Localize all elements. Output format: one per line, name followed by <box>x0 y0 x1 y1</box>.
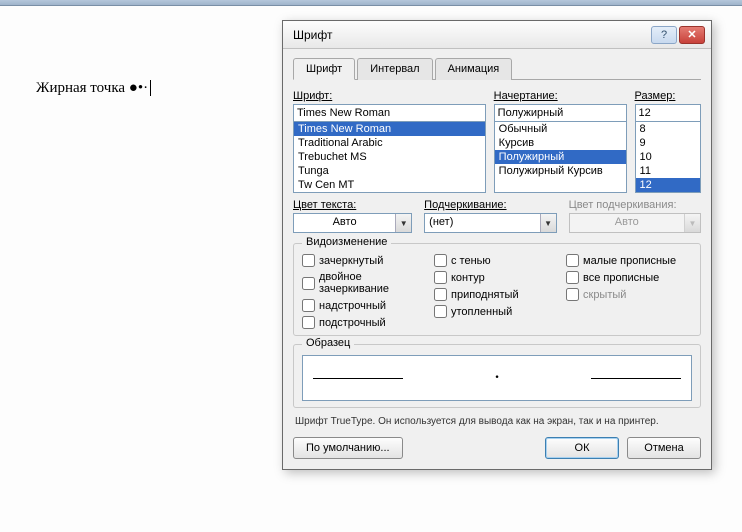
chk-shadow[interactable]: с тенью <box>434 254 560 267</box>
list-item[interactable]: Полужирный <box>495 150 626 164</box>
effects-group: Видоизменение зачеркнутый двойное зачерк… <box>293 243 701 336</box>
underline-color-dropdown: Авто ▼ <box>569 213 701 233</box>
dialog-title: Шрифт <box>293 28 649 42</box>
chevron-down-icon: ▼ <box>540 214 556 232</box>
list-item[interactable]: Times New Roman <box>294 122 485 136</box>
dialog-titlebar[interactable]: Шрифт ? ✕ <box>283 21 711 49</box>
tab-font[interactable]: Шрифт <box>293 58 355 80</box>
list-item[interactable]: 8 <box>636 122 700 136</box>
chk-subscript[interactable]: подстрочный <box>302 316 428 329</box>
font-label: Шрифт: <box>293 90 486 102</box>
chk-allcaps[interactable]: все прописные <box>566 271 692 284</box>
chevron-down-icon: ▼ <box>395 214 411 232</box>
font-input[interactable] <box>293 104 486 122</box>
size-listbox[interactable]: 8 9 10 11 12 <box>635 121 701 193</box>
underline-color-label: Цвет подчеркивания: <box>569 199 701 211</box>
style-input[interactable] <box>494 104 627 122</box>
list-item[interactable]: 11 <box>636 164 700 178</box>
font-listbox[interactable]: Times New Roman Traditional Arabic Trebu… <box>293 121 486 193</box>
list-item[interactable]: Traditional Arabic <box>294 136 485 150</box>
help-button[interactable]: ? <box>651 26 677 44</box>
list-item[interactable]: Курсив <box>495 136 626 150</box>
tab-strip: Шрифт Интервал Анимация <box>293 57 701 80</box>
preview-legend: Образец <box>302 337 354 349</box>
list-item[interactable]: 10 <box>636 150 700 164</box>
style-listbox[interactable]: Обычный Курсив Полужирный Полужирный Кур… <box>494 121 627 193</box>
list-item[interactable]: Tw Cen MT <box>294 178 485 192</box>
tab-spacing[interactable]: Интервал <box>357 58 432 80</box>
preview-group: Образец · <box>293 344 701 408</box>
chevron-down-icon: ▼ <box>684 214 700 232</box>
size-input[interactable] <box>635 104 701 122</box>
effects-legend: Видоизменение <box>302 236 391 248</box>
default-button[interactable]: По умолчанию... <box>293 437 403 459</box>
color-dropdown[interactable]: Авто ▼ <box>293 213 412 233</box>
chk-hidden[interactable]: скрытый <box>566 288 692 301</box>
font-dialog: Шрифт ? ✕ Шрифт Интервал Анимация Шрифт:… <box>282 20 712 470</box>
chk-superscript[interactable]: надстрочный <box>302 299 428 312</box>
chk-strikethrough[interactable]: зачеркнутый <box>302 254 428 267</box>
list-item[interactable]: Полужирный Курсив <box>495 164 626 178</box>
underline-label: Подчеркивание: <box>424 199 556 211</box>
text-cursor <box>150 80 151 96</box>
color-label: Цвет текста: <box>293 199 412 211</box>
preview-box: · <box>302 355 692 401</box>
close-button[interactable]: ✕ <box>679 26 705 44</box>
list-item[interactable]: 9 <box>636 136 700 150</box>
list-item[interactable]: Обычный <box>495 122 626 136</box>
chk-outline[interactable]: контур <box>434 271 560 284</box>
size-label: Размер: <box>635 90 701 102</box>
chk-emboss[interactable]: приподнятый <box>434 288 560 301</box>
list-item[interactable]: Tunga <box>294 164 485 178</box>
chk-smallcaps[interactable]: малые прописные <box>566 254 692 267</box>
tab-animation[interactable]: Анимация <box>435 58 513 80</box>
document-content: Жирная точка ●•· <box>36 80 151 97</box>
cancel-button[interactable]: Отмена <box>627 437 701 459</box>
underline-dropdown[interactable]: (нет) ▼ <box>424 213 556 233</box>
app-window-bar <box>0 0 742 6</box>
style-label: Начертание: <box>494 90 627 102</box>
chk-engrave[interactable]: утопленный <box>434 305 560 318</box>
list-item[interactable]: 12 <box>636 178 700 192</box>
ok-button[interactable]: ОК <box>545 437 619 459</box>
list-item[interactable]: Trebuchet MS <box>294 150 485 164</box>
chk-double-strike[interactable]: двойное зачеркивание <box>302 271 428 295</box>
font-hint: Шрифт TrueType. Он используется для выво… <box>295 416 701 427</box>
